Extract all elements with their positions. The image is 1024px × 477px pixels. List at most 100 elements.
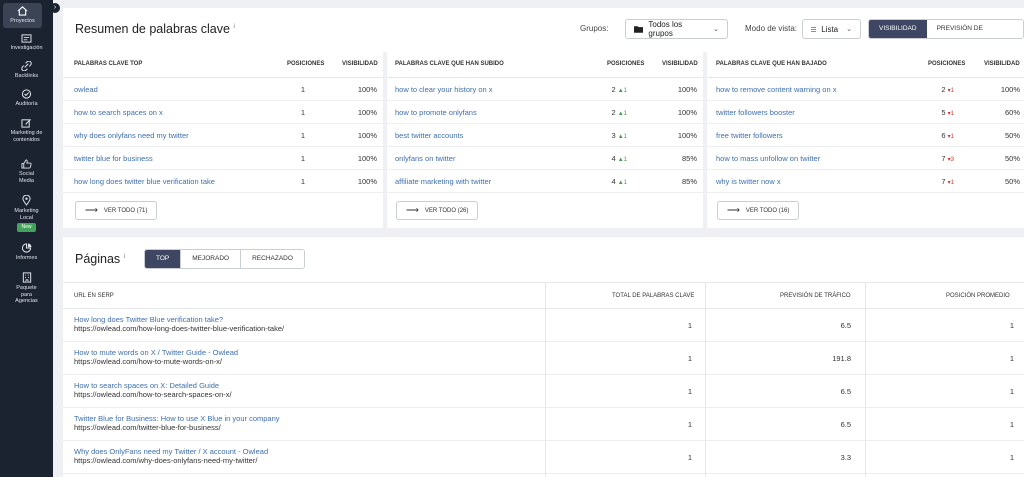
page-url: https://owlead.com/twitter-blue-for-busi… <box>74 423 221 432</box>
page-url: https://owlead.com/how-long-does-twitter… <box>74 324 285 333</box>
keyword-row: affiliate marketing with twitter 4 ▲1 85% <box>387 170 703 193</box>
keyword-row: how to clear your history on x2 ▲1 100% <box>387 78 703 101</box>
sidebar-item-marketing-contenidos[interactable]: Marketing de contenidos <box>0 118 53 143</box>
view-all-button[interactable]: ⟶ VER TODO (16) <box>717 201 800 220</box>
keyword-row: twitter blue for business 1 100% <box>63 147 383 170</box>
home-icon <box>17 6 28 16</box>
sidebar-item-backlinks[interactable]: Backlinks <box>0 61 53 80</box>
page-title-link[interactable]: How to mute words on X / Twitter Guide -… <box>74 348 238 357</box>
sidebar-item-label: Proyectos <box>10 18 35 24</box>
keyword-link[interactable]: best twitter accounts <box>395 131 463 140</box>
keyword-row: how to remove content warning on x2 ▾1 10… <box>707 78 1024 101</box>
table-row: How to search spaces on X: Detailed Guid… <box>63 375 1024 408</box>
keyword-link[interactable]: owlead <box>74 85 98 94</box>
keyword-row: how long does twitter blue verification … <box>63 170 383 193</box>
groups-dropdown[interactable]: Todos los grupos ⌄ <box>625 19 728 39</box>
pages-panel: Páginas i TOP MEJORADO RECHAZADO URL EN … <box>63 237 1024 477</box>
research-icon <box>21 34 32 43</box>
page-title-link[interactable]: How long does Twitter Blue verification … <box>74 315 223 324</box>
keyword-row: free twitter followers 6 ▾1 50% <box>707 124 1024 147</box>
sidebar-item-proyectos[interactable]: Proyectos <box>3 3 42 28</box>
collapse-sidebar-button[interactable]: › <box>50 3 60 13</box>
keyword-link[interactable]: how long does twitter blue verification … <box>74 177 215 186</box>
sidebar-item-label: Marketing Local <box>14 208 39 221</box>
falling-keywords-column: PALABRAS CLAVE QUE HAN BAJADO POSICIONES… <box>707 52 1024 220</box>
sidebar-item-informes[interactable]: Informes <box>0 243 53 262</box>
keyword-row: how to promote onlyfans 2 ▲1 100% <box>387 101 703 124</box>
thumbs-up-icon <box>21 159 32 169</box>
page-url: https://owlead.com/how-to-mute-words-on-… <box>74 357 222 366</box>
column-divider <box>545 282 546 477</box>
keyword-row: twitter followers booster 5 ▾1 60% <box>707 101 1024 124</box>
sidebar-item-auditoria[interactable]: Auditoría <box>0 89 53 108</box>
link-icon <box>21 61 32 71</box>
column-header: PALABRAS CLAVE TOP POSICIONES VISIBILIDA… <box>63 52 383 78</box>
page-title-link[interactable]: How to search spaces on X: Detailed Guid… <box>74 381 219 390</box>
keyword-row: how to mass unfollow on twitter 7 ▾3 50% <box>707 147 1024 170</box>
column-header: PALABRAS CLAVE QUE HAN SUBIDO POSICIONES… <box>387 52 703 78</box>
table-row: How to mute words on X / Twitter Guide -… <box>63 342 1024 375</box>
tab-top[interactable]: TOP <box>145 250 182 268</box>
keyword-link[interactable]: why does onlyfans need my twitter <box>74 131 189 140</box>
table-row: How long does Twitter Blue verification … <box>63 309 1024 342</box>
keyword-row: how to search spaces on x 1 100% <box>63 101 383 124</box>
keyword-link[interactable]: twitter followers booster <box>716 108 795 117</box>
info-icon[interactable]: i <box>124 254 125 260</box>
arrow-right-icon: ⟶ <box>406 205 419 215</box>
audit-icon <box>21 89 32 99</box>
metric-toggle: VISIBILIDAD PREVISIÓN DE TRÁFICO <box>868 19 1024 39</box>
reports-icon <box>21 243 32 253</box>
table-row: Twitter Blue for Business: How to use X … <box>63 408 1024 441</box>
tab-mejorado[interactable]: MEJORADO <box>181 250 242 268</box>
keyword-link[interactable]: why is twitter now x <box>716 177 781 186</box>
sidebar-item-label: Social Media <box>19 171 34 184</box>
page-url: https://owlead.com/why-does-onlyfans-nee… <box>74 456 258 465</box>
keyword-row: owlead 1 100% <box>63 78 383 101</box>
keyword-link[interactable]: how to remove content warning on x <box>716 85 836 94</box>
view-mode-label: Modo de vista: <box>745 24 798 33</box>
page-title-link[interactable]: Twitter Blue for Business: How to use X … <box>74 414 280 423</box>
sidebar-item-label: Informes <box>15 255 38 261</box>
building-icon <box>22 272 31 283</box>
rising-keywords-column: PALABRAS CLAVE QUE HAN SUBIDO POSICIONES… <box>387 52 703 220</box>
keyword-link[interactable]: how to search spaces on x <box>74 108 163 117</box>
arrow-right-icon: ⟶ <box>727 205 740 215</box>
view-all-button[interactable]: ⟶ VER TODO (71) <box>75 201 158 220</box>
page-title-link[interactable]: Why does OnlyFans need my Twitter / X ac… <box>74 447 268 456</box>
sidebar-item-label: Paquete para Agencias <box>15 285 38 304</box>
keyword-row: why does onlyfans need my twitter 1 100% <box>63 124 383 147</box>
sidebar-item-investigacion[interactable]: Investigación <box>0 34 53 52</box>
column-divider <box>865 282 866 477</box>
sidebar-item-label: Investigación <box>10 45 43 51</box>
arrow-right-icon: ⟶ <box>85 205 98 215</box>
summary-title: Resumen de palabras clave i <box>75 22 235 36</box>
view-all-button[interactable]: ⟶ VER TODO (26) <box>396 201 479 220</box>
column-divider <box>705 282 706 477</box>
keyword-link[interactable]: how to mass unfollow on twitter <box>716 154 820 163</box>
tab-rechazado[interactable]: RECHAZADO <box>241 250 304 268</box>
sidebar-item-social-media[interactable]: Social Media <box>0 159 53 184</box>
traffic-forecast-toggle[interactable]: PREVISIÓN DE TRÁFICO <box>926 20 1023 38</box>
sidebar-item-marketing-local[interactable]: Marketing Local New <box>0 195 53 232</box>
keyword-link[interactable]: how to clear your history on x <box>395 85 493 94</box>
visibility-toggle[interactable]: VISIBILIDAD <box>869 20 927 38</box>
sidebar-item-label: Backlinks <box>14 73 39 79</box>
list-icon <box>811 26 817 32</box>
chevron-down-icon: ⌄ <box>846 26 852 33</box>
keyword-link[interactable]: free twitter followers <box>716 131 783 140</box>
chevron-down-icon: ⌄ <box>713 26 719 33</box>
new-badge: New <box>17 223 36 232</box>
column-header: PALABRAS CLAVE QUE HAN BAJADO POSICIONES… <box>707 52 1024 78</box>
keyword-link[interactable]: onlyfans on twitter <box>395 154 455 163</box>
top-keywords-column: PALABRAS CLAVE TOP POSICIONES VISIBILIDA… <box>63 52 383 220</box>
pages-table-header: URL EN SERP TOTAL DE PALABRAS CLAVE PREV… <box>63 282 1024 309</box>
keyword-link[interactable]: how to promote onlyfans <box>395 108 477 117</box>
keyword-link[interactable]: twitter blue for business <box>74 154 153 163</box>
keyword-link[interactable]: affiliate marketing with twitter <box>395 177 491 186</box>
view-mode-dropdown[interactable]: Lista ⌄ <box>802 19 861 39</box>
info-icon[interactable]: i <box>233 24 234 30</box>
sidebar-item-label: Auditoría <box>15 101 38 107</box>
keyword-row: why is twitter now x7 ▾1 50% <box>707 170 1024 193</box>
sidebar-item-paquete-agencias[interactable]: Paquete para Agencias <box>0 272 53 305</box>
edit-icon <box>21 118 31 128</box>
